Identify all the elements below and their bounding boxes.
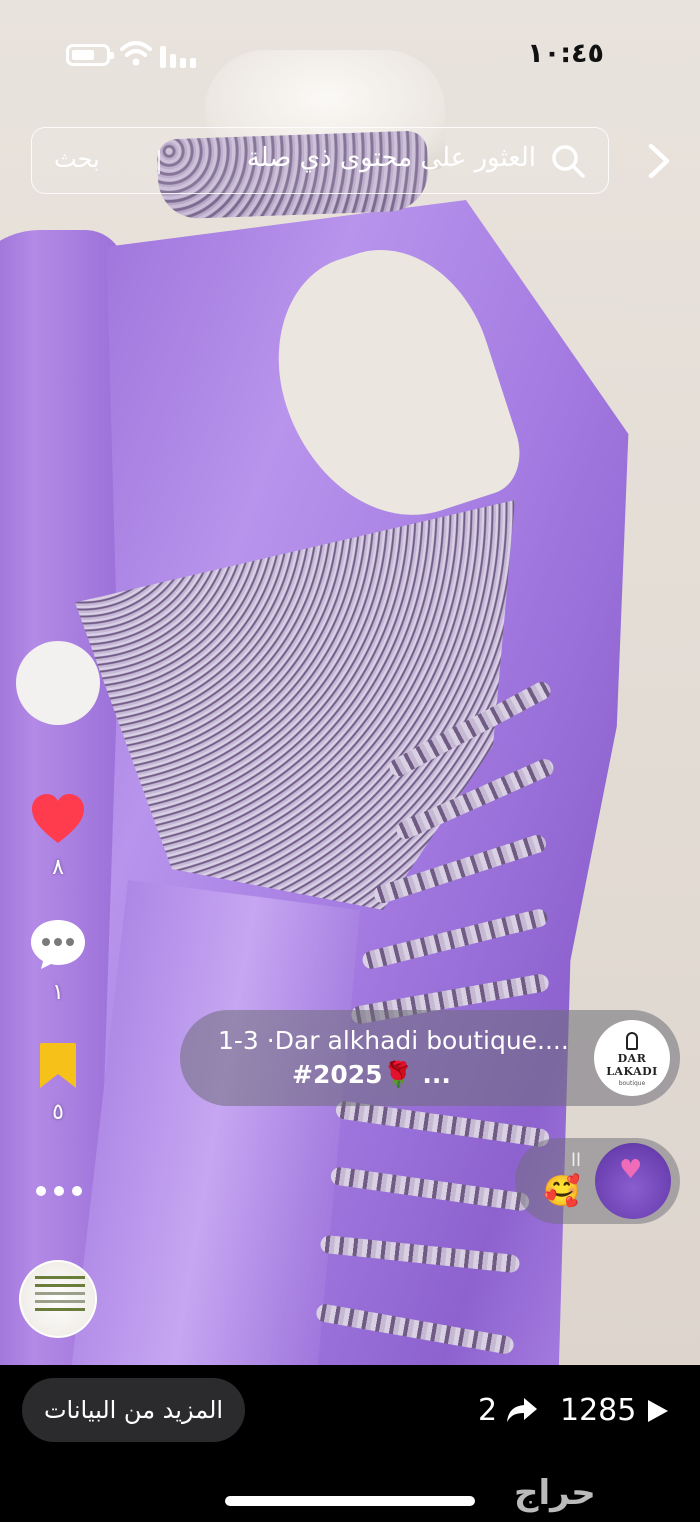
more-options-icon[interactable] (36, 1183, 82, 1199)
comment-bubble-icon (31, 920, 85, 969)
clock: ١٠:٤٥ (527, 38, 604, 69)
like-count: ٨ (52, 855, 64, 880)
caption-title: 1-3 ·Dar alkhadi boutique.... (218, 1026, 569, 1055)
signal-icon (160, 44, 200, 68)
status-bar: ١٠:٤٥ (0, 30, 700, 80)
dress-form-icon (626, 1032, 638, 1050)
comment-user: اا (571, 1150, 582, 1171)
search-bar[interactable]: بحث العثور على محتوى ذي صلة (31, 127, 609, 194)
commenter-avatar[interactable] (595, 1143, 671, 1219)
share-count: 2 (478, 1393, 498, 1428)
battery-icon (66, 44, 114, 66)
more-info-button[interactable]: المزيد من البيانات (22, 1378, 245, 1442)
sound-disc-artwork (35, 1276, 85, 1279)
caption-card[interactable]: 1-3 ·Dar alkhadi boutique.... #2025🌹 ...… (180, 1010, 680, 1106)
search-icon (552, 145, 585, 178)
search-input[interactable]: العثور على محتوى ذي صلة (247, 143, 536, 173)
play-icon (648, 1400, 668, 1422)
caption-hashtag: #2025🌹 ... (292, 1060, 451, 1089)
comment-button[interactable]: ١ (28, 918, 88, 1005)
bottom-bar: المزيد من البيانات 2 1285 حراج (0, 1365, 700, 1522)
sound-disc[interactable] (19, 1260, 97, 1338)
search-divider (158, 150, 160, 174)
home-indicator[interactable] (225, 1496, 475, 1506)
brand-logo-name: DAR LAKADI (606, 1052, 658, 1078)
live-comment[interactable]: اا 🥰 (515, 1138, 680, 1224)
like-button[interactable]: ٨ (28, 793, 88, 880)
watermark-logo: حراج (514, 1473, 596, 1513)
brand-logo-sub: boutique (618, 1080, 646, 1087)
heart-icon (32, 794, 84, 843)
share-arrow-icon[interactable] (506, 1396, 538, 1424)
chevron-right-icon[interactable] (643, 142, 673, 180)
comment-text: 🥰 (543, 1174, 581, 1209)
save-button[interactable]: ٥ (28, 1042, 88, 1125)
view-count: 1285 (560, 1393, 637, 1428)
wifi-icon (120, 41, 152, 66)
search-button[interactable]: بحث (54, 145, 100, 173)
comment-count: ١ (52, 980, 64, 1005)
brand-logo[interactable]: DAR LAKADI boutique (594, 1020, 670, 1096)
save-count: ٥ (52, 1100, 64, 1125)
bookmark-icon (40, 1043, 76, 1088)
author-avatar[interactable] (16, 641, 100, 725)
